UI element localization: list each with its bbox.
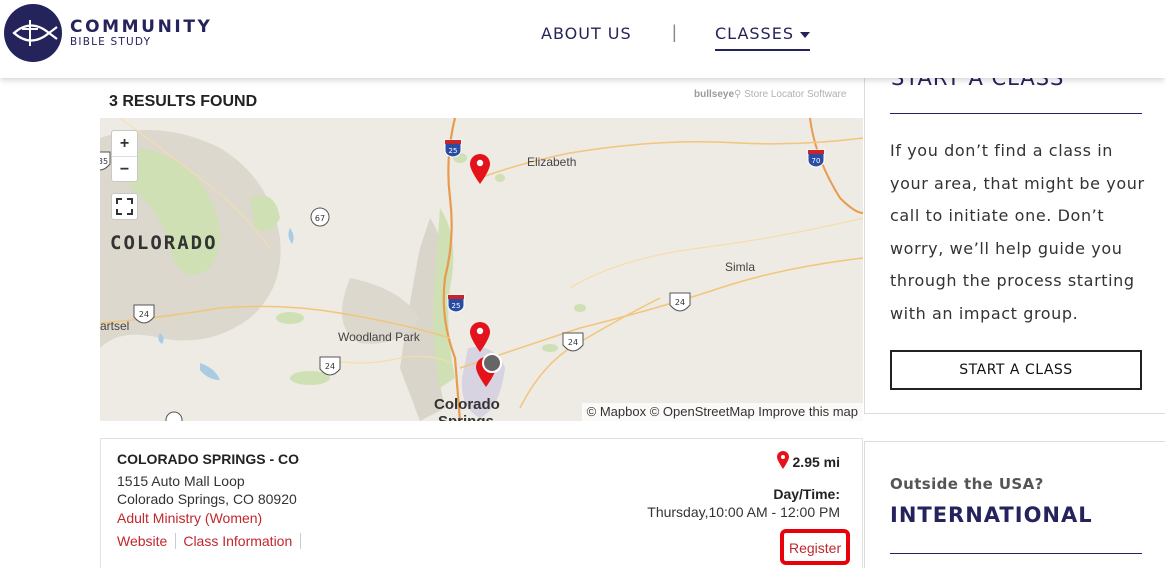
fullscreen-icon xyxy=(116,198,133,215)
register-link[interactable]: Register xyxy=(789,540,841,556)
map-label-woodland-park: Woodland Park xyxy=(338,330,420,344)
map-marker-2 xyxy=(470,322,490,352)
result-distance: 2.95 mi xyxy=(776,451,840,470)
start-class-description: If you don’t find a class in your area, … xyxy=(890,141,1145,323)
cbs-logo-icon[interactable] xyxy=(4,4,62,62)
outside-usa-label: Outside the USA? xyxy=(890,475,1044,493)
class-information-link[interactable]: Class Information xyxy=(183,533,302,549)
brand-line-2: BIBLE STUDY xyxy=(70,36,152,48)
result-card: COLORADO SPRINGS - CO 1515 Auto Mall Loo… xyxy=(100,438,863,568)
shield-us24-east: 24 xyxy=(568,338,578,347)
international-panel: Outside the USA? INTERNATIONAL xyxy=(864,441,1165,568)
bullseye-pin-icon: ⚲ xyxy=(734,89,742,100)
map-label-simla: Simla xyxy=(725,260,756,274)
result-address-line2: Colorado Springs, CO 80920 xyxy=(117,491,297,507)
start-a-class-button[interactable]: START A CLASS xyxy=(890,350,1142,390)
international-divider xyxy=(890,553,1142,554)
register-highlight: Register xyxy=(780,529,850,565)
brand-line-1: COMMUNITY xyxy=(70,17,213,37)
shield-co67: 67 xyxy=(315,214,325,223)
zoom-in-button[interactable]: + xyxy=(112,131,137,156)
map-label-elizabeth: Elizabeth xyxy=(527,155,577,169)
nav-about-us[interactable]: ABOUT US xyxy=(541,24,632,43)
nav-classes-label: CLASSES xyxy=(715,24,794,43)
shield-i25-north: 25 xyxy=(449,147,458,155)
result-title: COLORADO SPRINGS - CO xyxy=(117,451,300,467)
map-marker-1 xyxy=(470,154,490,184)
zoom-out-button[interactable]: − xyxy=(112,156,137,181)
fullscreen-button[interactable] xyxy=(111,193,138,220)
nav-classes-dropdown[interactable]: CLASSES xyxy=(715,24,810,51)
shield-us24-simla: 24 xyxy=(675,298,685,307)
user-location-dot xyxy=(482,353,502,373)
caret-down-icon xyxy=(799,31,810,38)
day-time-value: Thursday,10:00 AM - 12:00 PM xyxy=(647,504,840,520)
brand-wordmark[interactable]: COMMUNITY BIBLE STUDY xyxy=(70,18,212,48)
map-label-colorado-springs: Colorado xyxy=(434,396,500,413)
map-label-hartsel: artsel xyxy=(100,319,130,333)
results-count: 3 RESULTS FOUND xyxy=(109,93,258,110)
bullseye-brand: bullseye xyxy=(694,89,735,100)
shield-i25-south: 25 xyxy=(452,302,461,310)
result-links: Website Class Information xyxy=(117,533,308,549)
map-label-springs: Springs xyxy=(438,413,494,421)
shield-i70: 70 xyxy=(812,157,821,165)
map-attribution[interactable]: © Mapbox © OpenStreetMap Improve this ma… xyxy=(581,403,863,421)
store-locator-map[interactable]: 25 70 25 67 24 24 24 24 35 COLORADO Eliz… xyxy=(100,118,863,421)
start-class-panel: START A CLASS If you don’t find a class … xyxy=(864,62,1165,414)
distance-value: 2.95 mi xyxy=(792,454,840,470)
map-zoom-control: + − xyxy=(111,130,138,182)
site-header: COMMUNITY BIBLE STUDY ABOUT US | CLASSES xyxy=(0,0,1165,78)
day-time-label: Day/Time: xyxy=(773,486,840,502)
nav-separator: | xyxy=(672,22,677,42)
website-link[interactable]: Website xyxy=(117,533,177,549)
page: COMMUNITY BIBLE STUDY ABOUT US | CLASSES… xyxy=(0,0,1165,568)
result-address-line1: 1515 Auto Mall Loop xyxy=(117,473,245,489)
start-class-divider xyxy=(890,113,1142,114)
map-state-label: COLORADO xyxy=(110,232,218,254)
bullseye-suffix: Store Locator Software xyxy=(744,89,847,100)
powered-by-bullseye[interactable]: bullseye⚲ Store Locator Software xyxy=(694,89,846,100)
shield-us24-wp: 24 xyxy=(325,362,335,371)
result-ministry-link[interactable]: Adult Ministry (Women) xyxy=(117,510,262,526)
shield-partial: 35 xyxy=(100,157,108,166)
shield-us24-west: 24 xyxy=(139,310,149,319)
international-heading[interactable]: INTERNATIONAL xyxy=(890,503,1093,527)
distance-pin-icon xyxy=(776,451,789,469)
